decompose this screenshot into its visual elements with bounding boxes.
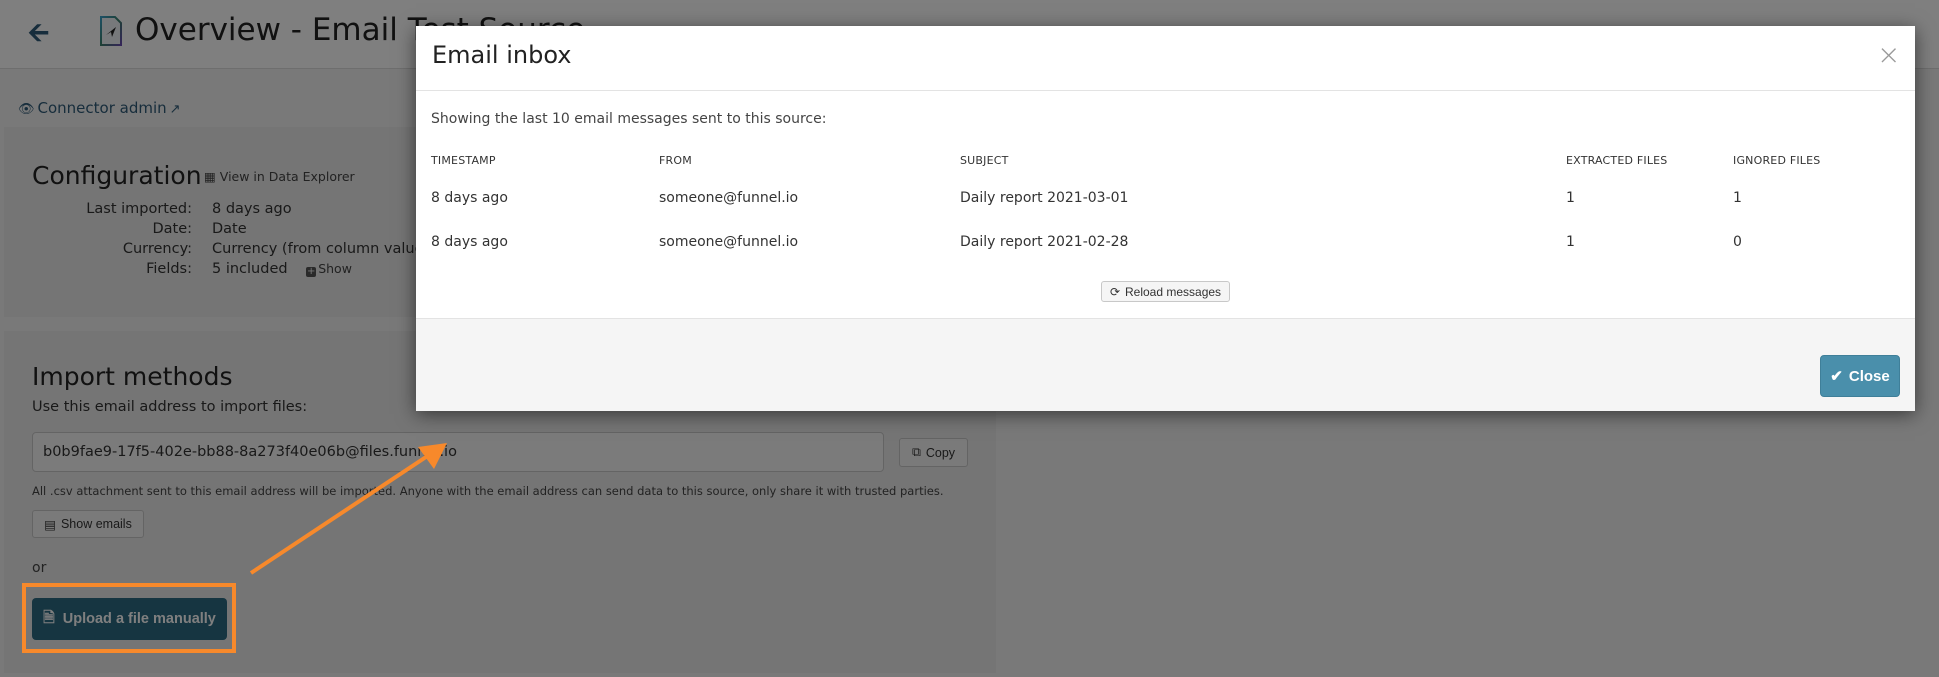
column-header-subject: SUBJECT — [960, 154, 1009, 167]
column-header-extracted-files: EXTRACTED FILES — [1566, 154, 1668, 167]
cell-ignored-files: 1 — [1733, 190, 1742, 206]
cell-from: someone@funnel.io — [659, 190, 799, 206]
cell-timestamp: 8 days ago — [431, 234, 508, 250]
column-header-ignored-files: IGNORED FILES — [1733, 154, 1821, 167]
cell-subject: Daily report 2021-03-01 — [960, 190, 1129, 206]
close-icon[interactable]: × — [1877, 41, 1900, 69]
annotation-highlight-box — [22, 583, 236, 653]
cell-extracted-files: 1 — [1566, 190, 1575, 206]
column-header-from: FROM — [659, 154, 692, 167]
modal-header: Email inbox × — [416, 26, 1915, 91]
close-label: Close — [1848, 367, 1890, 385]
close-button[interactable]: ✔ Close — [1820, 355, 1900, 397]
modal-footer: ✔ Close — [416, 318, 1915, 411]
reload-messages-label: Reload messages — [1125, 284, 1222, 299]
cell-timestamp: 8 days ago — [431, 190, 508, 206]
cell-extracted-files: 1 — [1566, 234, 1575, 250]
cell-from: someone@funnel.io — [659, 234, 799, 250]
check-icon: ✔ — [1830, 368, 1843, 385]
column-header-timestamp: TIMESTAMP — [431, 154, 496, 167]
modal-intro-text: Showing the last 10 email messages sent … — [431, 111, 827, 127]
email-inbox-modal: Email inbox × Showing the last 10 email … — [416, 26, 1915, 411]
modal-title: Email inbox — [432, 41, 572, 69]
cell-ignored-files: 0 — [1733, 234, 1742, 250]
reload-messages-button[interactable]: ⟳ Reload messages — [1101, 281, 1230, 302]
cell-subject: Daily report 2021-02-28 — [960, 234, 1129, 250]
refresh-icon: ⟳ — [1109, 284, 1120, 299]
